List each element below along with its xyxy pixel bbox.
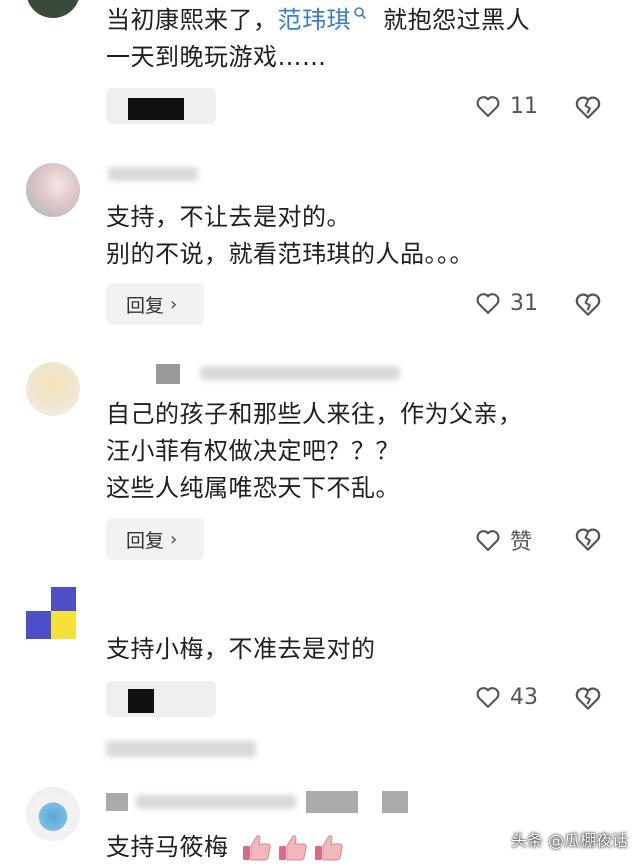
redacted-text — [106, 741, 256, 757]
comment-text-part: 支持小梅，不准去是对的 — [106, 635, 376, 663]
chevron-right-icon: › — [170, 293, 178, 315]
comment-item: 自己的孩子和那些人来往，作为父亲， 汪小菲有权做决定吧？？？ 这些人纯属唯恐天下… — [0, 350, 640, 580]
comment-text: 支持马筱梅 — [106, 829, 345, 866]
comment-text-part: 当初康熙来了， — [106, 6, 278, 34]
comment-text-part: 支持马筱梅 — [106, 833, 229, 861]
heart-icon — [476, 530, 500, 551]
username-redacted — [106, 793, 128, 811]
like-count: 43 — [510, 684, 538, 710]
thumbs-up-emoji — [314, 835, 343, 861]
comment-text: 当初康熙来了，范玮琪 就抱怨过黑人 一天到晚玩游戏…… — [106, 2, 530, 76]
like-count: 赞 — [510, 530, 533, 555]
reply-button[interactable] — [106, 88, 216, 124]
comment-text-part: 就抱怨过黑人 — [383, 6, 531, 34]
dislike-button[interactable] — [573, 92, 603, 126]
avatar[interactable] — [26, 587, 76, 643]
username-redacted — [200, 366, 400, 380]
comment-text: 支持小梅，不准去是对的 — [106, 631, 376, 668]
avatar[interactable] — [26, 787, 80, 841]
avatar[interactable] — [26, 0, 80, 18]
dislike-button[interactable] — [573, 683, 603, 717]
reply-label: 回复 — [126, 294, 165, 317]
comment-item: 支持马筱梅 — [0, 785, 640, 867]
comment-text-part: 别的不说，就看范玮琪的人品。。。 — [106, 240, 474, 268]
like-button[interactable]: 赞 — [474, 524, 532, 556]
comment-item: 支持，不让去是对的。 别的不说，就看范玮琪的人品。。。 回复 › 31 — [0, 155, 640, 345]
broken-heart-icon — [575, 687, 601, 710]
reply-label: 回复 — [126, 529, 165, 552]
username-redacted — [156, 364, 180, 384]
comment-item: 当初康熙来了，范玮琪 就抱怨过黑人 一天到晚玩游戏…… 11 — [0, 0, 640, 150]
broken-heart-icon — [575, 96, 601, 119]
pixel-avatar-icon — [26, 587, 76, 639]
like-button[interactable]: 43 — [474, 683, 538, 711]
reply-button[interactable] — [106, 681, 216, 717]
search-icon[interactable] — [353, 6, 367, 20]
comment-text-part: 汪小菲有权做决定吧？？？ — [106, 437, 400, 465]
username-redacted — [306, 791, 358, 813]
username-redacted — [136, 795, 296, 809]
username-redacted — [108, 167, 198, 181]
like-count: 11 — [510, 93, 538, 119]
comment-text-part: 这些人纯属唯恐天下不乱。 — [106, 474, 400, 502]
comment-text-part: 支持，不让去是对的。 — [106, 203, 351, 231]
watermark: 头条 @瓜棚夜话 — [510, 831, 628, 850]
chevron-right-icon: › — [170, 528, 178, 550]
heart-icon — [476, 96, 500, 117]
mention-link[interactable]: 范玮琪 — [278, 6, 352, 34]
reply-button[interactable]: 回复 › — [106, 283, 204, 325]
thumbs-up-emoji — [278, 835, 307, 861]
avatar[interactable] — [26, 163, 80, 217]
dislike-button[interactable] — [573, 524, 603, 558]
redaction-block — [128, 689, 154, 713]
reply-button[interactable]: 回复 › — [106, 518, 204, 560]
comment-item: 支持小梅，不准去是对的 43 — [0, 585, 640, 775]
thumbs-up-emoji — [242, 835, 271, 861]
username-redacted — [382, 791, 408, 813]
redaction-block — [128, 98, 184, 120]
comment-text: 支持，不让去是对的。 别的不说，就看范玮琪的人品。。。 — [106, 199, 474, 273]
broken-heart-icon — [575, 293, 601, 316]
comment-text: 自己的孩子和那些人来往，作为父亲， 汪小菲有权做决定吧？？？ 这些人纯属唯恐天下… — [106, 396, 523, 507]
broken-heart-icon — [575, 528, 601, 551]
heart-icon — [476, 293, 500, 314]
like-button[interactable]: 11 — [474, 92, 538, 120]
heart-icon — [476, 687, 500, 708]
like-button[interactable]: 31 — [474, 289, 538, 317]
like-count: 31 — [510, 290, 538, 316]
comment-text-part: 自己的孩子和那些人来往，作为父亲， — [106, 400, 523, 428]
dislike-button[interactable] — [573, 289, 603, 323]
avatar[interactable] — [26, 362, 80, 416]
comment-text-part: 一天到晚玩游戏…… — [106, 43, 327, 71]
